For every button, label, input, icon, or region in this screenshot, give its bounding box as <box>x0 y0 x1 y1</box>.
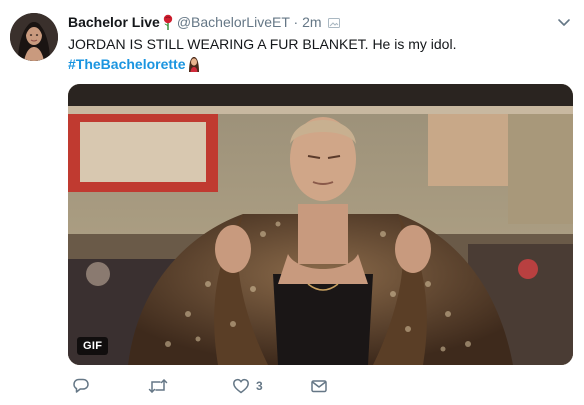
timestamp[interactable]: 2m <box>302 14 321 30</box>
display-name[interactable]: Bachelor Live <box>68 14 160 30</box>
gif-badge: GIF <box>77 337 109 355</box>
hashtag-link[interactable]: #TheBachelorette <box>68 56 185 72</box>
avatar-image <box>10 13 58 61</box>
envelope-icon <box>310 377 328 395</box>
avatar[interactable] <box>10 13 58 61</box>
reply-icon <box>72 377 90 395</box>
retweet-icon <box>148 377 168 395</box>
gif-image <box>68 84 573 365</box>
woman-emoji-icon <box>188 56 200 77</box>
tweet-text: JORDAN IS STILL WEARING A FUR BLANKET. H… <box>68 36 457 52</box>
user-handle[interactable]: @BachelorLiveET <box>177 14 290 30</box>
retweet-button[interactable] <box>148 374 174 398</box>
like-button[interactable]: 3 <box>232 374 263 398</box>
separator-dot: · <box>293 14 299 30</box>
heart-icon <box>232 377 250 395</box>
tweet-header: Bachelor Live @BachelorLiveET · 2m <box>68 12 550 32</box>
like-count: 3 <box>256 379 263 393</box>
rose-icon <box>162 14 174 35</box>
reply-button[interactable] <box>72 374 96 398</box>
media-icon <box>327 14 340 34</box>
chevron-down-icon[interactable] <box>556 14 572 30</box>
tweet-actions: 3 <box>68 374 468 398</box>
tweet-card: Bachelor Live @BachelorLiveET · 2m JORDAN… <box>0 0 584 405</box>
hashtag-line: #TheBachelorette <box>68 54 200 77</box>
gif-media[interactable]: GIF <box>68 84 573 365</box>
direct-message-button[interactable] <box>310 374 328 398</box>
